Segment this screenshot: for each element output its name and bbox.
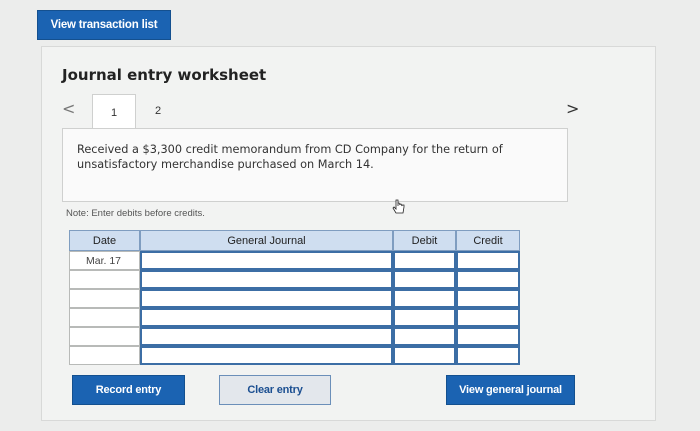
credit-input[interactable] (456, 327, 520, 346)
date-cell (69, 308, 140, 327)
account-input[interactable] (140, 270, 393, 289)
debit-input[interactable] (393, 289, 456, 308)
column-header-credit: Credit (456, 230, 520, 251)
credit-input[interactable] (456, 251, 520, 270)
column-header-general-journal: General Journal (140, 230, 393, 251)
column-header-debit: Debit (393, 230, 456, 251)
credit-input[interactable] (456, 308, 520, 327)
date-cell (69, 270, 140, 289)
debit-input[interactable] (393, 346, 456, 365)
credit-input[interactable] (456, 289, 520, 308)
tab-1[interactable]: 1 (92, 94, 136, 131)
column-header-date: Date (69, 230, 140, 251)
view-general-journal-button[interactable]: View general journal (446, 375, 575, 405)
chevron-right-icon[interactable]: > (566, 99, 579, 118)
account-input[interactable] (140, 327, 393, 346)
chevron-left-icon[interactable]: < (62, 99, 75, 118)
date-cell: Mar. 17 (69, 251, 140, 270)
pointer-cursor-icon (392, 199, 405, 214)
credit-input[interactable] (456, 270, 520, 289)
tab-2[interactable]: 2 (136, 94, 180, 128)
debit-input[interactable] (393, 270, 456, 289)
debit-input[interactable] (393, 327, 456, 346)
date-cell (69, 346, 140, 365)
view-transaction-list-button[interactable]: View transaction list (37, 10, 171, 40)
debit-input[interactable] (393, 308, 456, 327)
credit-input[interactable] (456, 346, 520, 365)
account-input[interactable] (140, 289, 393, 308)
date-cell (69, 289, 140, 308)
page-title: Journal entry worksheet (62, 66, 267, 84)
account-input[interactable] (140, 308, 393, 327)
date-cell (69, 327, 140, 346)
debit-input[interactable] (393, 251, 456, 270)
transaction-text: Received a $3,300 credit memorandum from… (77, 143, 503, 171)
record-entry-button[interactable]: Record entry (72, 375, 185, 405)
entry-note: Note: Enter debits before credits. (66, 208, 205, 219)
clear-entry-button[interactable]: Clear entry (219, 375, 331, 405)
transaction-description: Received a $3,300 credit memorandum from… (62, 128, 568, 202)
account-input[interactable] (140, 251, 393, 270)
account-input[interactable] (140, 346, 393, 365)
